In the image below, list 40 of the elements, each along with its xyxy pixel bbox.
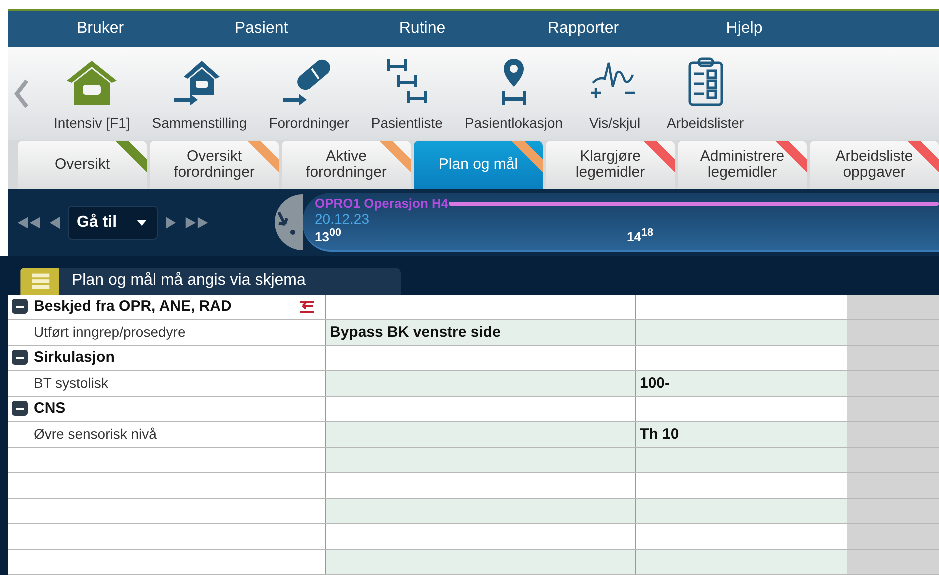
- toolbar-button[interactable]: Vis/skjul: [575, 56, 656, 131]
- tab[interactable]: Aktive forordninger: [282, 141, 411, 190]
- menu-item[interactable]: Hjelp: [726, 20, 763, 38]
- collapse-icon[interactable]: [12, 350, 28, 366]
- timeline-date: 20.12.23: [315, 211, 370, 228]
- time-label: 13$^{00}$: [315, 227, 343, 244]
- toolbar-button[interactable]: Arbeidslister: [657, 56, 754, 131]
- time-label: 14$^{18}$: [627, 227, 655, 244]
- swap-icon[interactable]: [299, 300, 315, 313]
- fast-forward-icon[interactable]: [184, 216, 210, 230]
- tab[interactable]: Administrere legemidler: [678, 141, 807, 190]
- tab[interactable]: Oversikt forordninger: [150, 141, 279, 190]
- menu-item[interactable]: Bruker: [76, 20, 124, 38]
- table-icon: [20, 268, 60, 294]
- toolbar-button[interactable]: Pasientlokasjon: [454, 56, 574, 131]
- table-cell: Bypass BK venstre side: [326, 320, 636, 344]
- tab[interactable]: Plan og mål: [414, 141, 543, 190]
- collapse-icon[interactable]: [12, 299, 28, 314]
- menu-item[interactable]: Pasient: [234, 20, 288, 38]
- toolbar-button[interactable]: Forordninger: [259, 56, 360, 131]
- rewind-icon[interactable]: [16, 216, 42, 230]
- next-icon[interactable]: [164, 216, 178, 230]
- menu-item[interactable]: Rapporter: [548, 20, 620, 38]
- group-label: Sirkulasjon: [34, 349, 115, 366]
- previous-icon[interactable]: [48, 216, 62, 230]
- toolbar-button[interactable]: Pasientliste: [361, 56, 453, 131]
- group-label: Beskjed fra OPR, ANE, RAD: [34, 298, 232, 316]
- toolbar-button[interactable]: Intensiv [F1]: [44, 56, 140, 131]
- tab[interactable]: Oversikt: [18, 141, 147, 190]
- toolbar-button[interactable]: Sammenstilling: [142, 56, 258, 131]
- goto-dropdown[interactable]: Gå til: [68, 206, 158, 240]
- table-cell: Th 10: [636, 422, 847, 446]
- caret-icon: [137, 220, 148, 226]
- menu-item[interactable]: Rutine: [399, 20, 446, 38]
- tab[interactable]: Arbeidsliste oppgaver: [810, 141, 939, 190]
- group-label: CNS: [34, 400, 66, 418]
- table-cell: 100-: [636, 371, 847, 396]
- collapse-icon[interactable]: [12, 401, 28, 416]
- notice-text: Plan og mål må angis via skjema: [72, 272, 306, 290]
- tab[interactable]: Klargjøre legemidler: [546, 141, 675, 190]
